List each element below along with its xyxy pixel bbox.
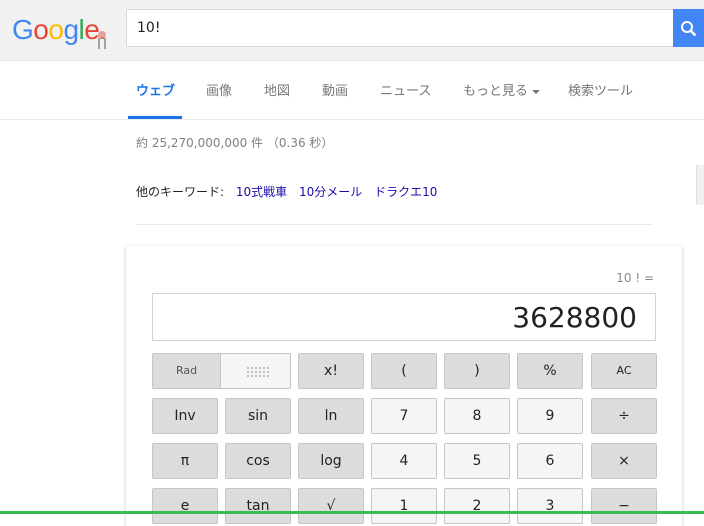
deg-button[interactable]	[221, 354, 290, 388]
factorial-key[interactable]: x!	[298, 353, 364, 389]
side-panel-edge	[696, 165, 704, 205]
all-clear-key[interactable]: AC	[591, 353, 657, 389]
tab-more[interactable]: もっと見る	[463, 80, 541, 99]
active-tab-indicator	[128, 116, 182, 119]
related-label: 他のキーワード:	[136, 185, 225, 199]
tab-more-label: もっと見る	[463, 84, 529, 99]
header-bar: Google 10!	[0, 0, 704, 61]
search-nav-tabs: ウェブ 画像 地図 動画 ニュース もっと見る 検索ツール	[0, 61, 704, 120]
digit-4-key[interactable]: 4	[371, 443, 437, 479]
ln-key[interactable]: ln	[298, 398, 364, 434]
related-link[interactable]: 10式戦車	[236, 185, 287, 199]
tab-search-tools[interactable]: 検索ツール	[568, 80, 633, 99]
calculator-expression: 10 ! =	[616, 271, 654, 285]
doodle-icon	[98, 31, 106, 49]
multiply-key[interactable]: ×	[591, 443, 657, 479]
inverse-key[interactable]: Inv	[152, 398, 218, 434]
calculator-result: 3628800	[512, 301, 637, 334]
tab-videos[interactable]: 動画	[322, 80, 348, 99]
cos-key[interactable]: cos	[225, 443, 291, 479]
open-paren-key[interactable]: (	[371, 353, 437, 389]
tab-images[interactable]: 画像	[206, 80, 232, 99]
sqrt-key[interactable]: √	[298, 488, 364, 524]
logo-letter: o	[48, 14, 64, 45]
divide-key[interactable]: ÷	[591, 398, 657, 434]
search-button[interactable]	[673, 9, 704, 47]
pi-key[interactable]: π	[152, 443, 218, 479]
google-logo[interactable]: Google	[12, 14, 100, 46]
related-link[interactable]: 10分メール	[299, 185, 362, 199]
logo-letter: o	[33, 14, 49, 45]
search-query: 10!	[137, 20, 161, 36]
tab-web[interactable]: ウェブ	[136, 80, 175, 99]
related-searches: 他のキーワード: 10式戦車 10分メール ドラクエ10	[136, 183, 437, 200]
digit-2-key[interactable]: 2	[444, 488, 510, 524]
tab-maps[interactable]: 地図	[264, 80, 290, 99]
percent-key[interactable]: %	[517, 353, 583, 389]
chevron-down-icon	[532, 89, 541, 94]
sin-key[interactable]: sin	[225, 398, 291, 434]
search-icon	[681, 21, 697, 37]
log-key[interactable]: log	[298, 443, 364, 479]
search-input[interactable]: 10!	[126, 9, 674, 47]
dots-icon	[246, 366, 270, 378]
angle-mode-toggle[interactable]: Rad	[152, 353, 291, 389]
related-link[interactable]: ドラクエ10	[374, 185, 437, 199]
digit-9-key[interactable]: 9	[517, 398, 583, 434]
logo-letter: g	[63, 14, 79, 45]
rad-button[interactable]: Rad	[153, 354, 221, 388]
tab-news[interactable]: ニュース	[380, 80, 431, 99]
logo-letter: G	[12, 14, 34, 45]
tan-key[interactable]: tan	[225, 488, 291, 524]
digit-7-key[interactable]: 7	[371, 398, 437, 434]
euler-key[interactable]: e	[152, 488, 218, 524]
calculator-card: 10 ! = 3628800 Rad x! ( ) % AC Inv sin l…	[126, 246, 682, 526]
result-stats: 約 25,270,000,000 件 （0.36 秒）	[136, 136, 334, 150]
close-paren-key[interactable]: )	[444, 353, 510, 389]
calculator-display: 3628800	[152, 293, 656, 341]
digit-3-key[interactable]: 3	[517, 488, 583, 524]
digit-5-key[interactable]: 5	[444, 443, 510, 479]
subtract-key[interactable]: −	[591, 488, 657, 524]
digit-1-key[interactable]: 1	[371, 488, 437, 524]
digit-8-key[interactable]: 8	[444, 398, 510, 434]
digit-6-key[interactable]: 6	[517, 443, 583, 479]
divider	[136, 224, 652, 225]
